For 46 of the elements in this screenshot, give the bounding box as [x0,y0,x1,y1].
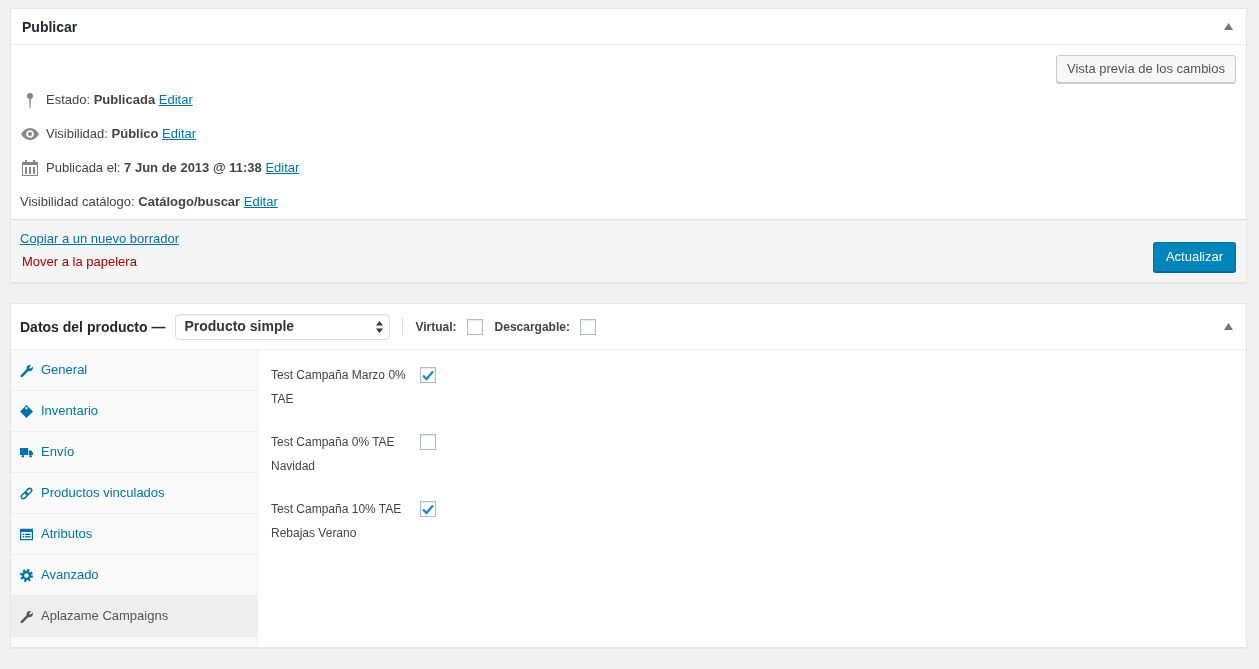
panel-title: Datos del producto — [20,317,166,337]
campaign-label: Test Campaña Marzo 0% TAE [271,367,407,408]
option-checkbox[interactable] [579,318,596,335]
preview-button[interactable]: Vista previa de los cambios [1056,55,1236,83]
campaign-checkbox[interactable] [420,367,436,383]
edit-link[interactable]: Editar [243,194,278,209]
sidebar-tab[interactable]: Inventario [11,391,257,432]
sort-arrows-icon [376,320,384,333]
option-label: Virtual: [415,318,457,336]
pin-icon [27,92,33,108]
edit-link[interactable]: Editar [265,160,300,175]
check-icon [422,369,434,381]
campaign-label: Test Campaña 10% TAE Rebajas Verano [271,501,403,542]
wrench-icon [20,609,33,623]
check-icon [422,503,434,515]
info-text: Estado: Publicada Editar [46,91,193,109]
edit-link[interactable]: Editar [162,126,197,141]
info-text: Visibilidad catálogo: Catálogo/buscar Editar [20,193,278,211]
info-text: Visibilidad: Público Editar [46,125,197,143]
truck-icon [20,445,33,459]
sidebar-tab[interactable]: Aplazame Campaigns [11,596,257,637]
eye-icon [21,128,39,140]
campaign-label: Test Campaña 0% TAE Navidad [271,434,396,475]
copy-draft-link[interactable]: Copiar a un nuevo borrador [20,229,179,249]
tag-icon [20,404,33,418]
campaign-checkbox[interactable] [420,501,436,517]
sidebar-tab[interactable]: Atributos [11,514,257,555]
sidebar-tab[interactable]: Envío [11,432,257,473]
update-button[interactable]: Actualizar [1152,242,1236,272]
wrench-icon [20,363,33,377]
option-checkbox[interactable] [466,318,483,335]
gear-icon [20,568,33,582]
info-text: Publicada el: 7 Jun de 2013 @ 11:38 Editar [46,159,300,177]
link-icon [20,486,33,500]
list-icon [20,527,33,541]
sidebar-tab[interactable]: General [11,350,257,391]
product-type-select[interactable]: Producto simple [175,313,391,340]
trash-link[interactable]: Mover a la papelera [22,252,137,272]
panel-title: Publicar [22,17,78,37]
sidebar-tab[interactable]: Productos vinculados [11,473,257,514]
edit-link[interactable]: Editar [158,92,193,107]
calendar-icon [22,160,38,176]
option-label: Descargable: [494,318,570,336]
caret-up-icon[interactable] [1224,23,1233,30]
caret-up-icon[interactable] [1224,323,1233,330]
campaign-checkbox[interactable] [420,434,436,450]
